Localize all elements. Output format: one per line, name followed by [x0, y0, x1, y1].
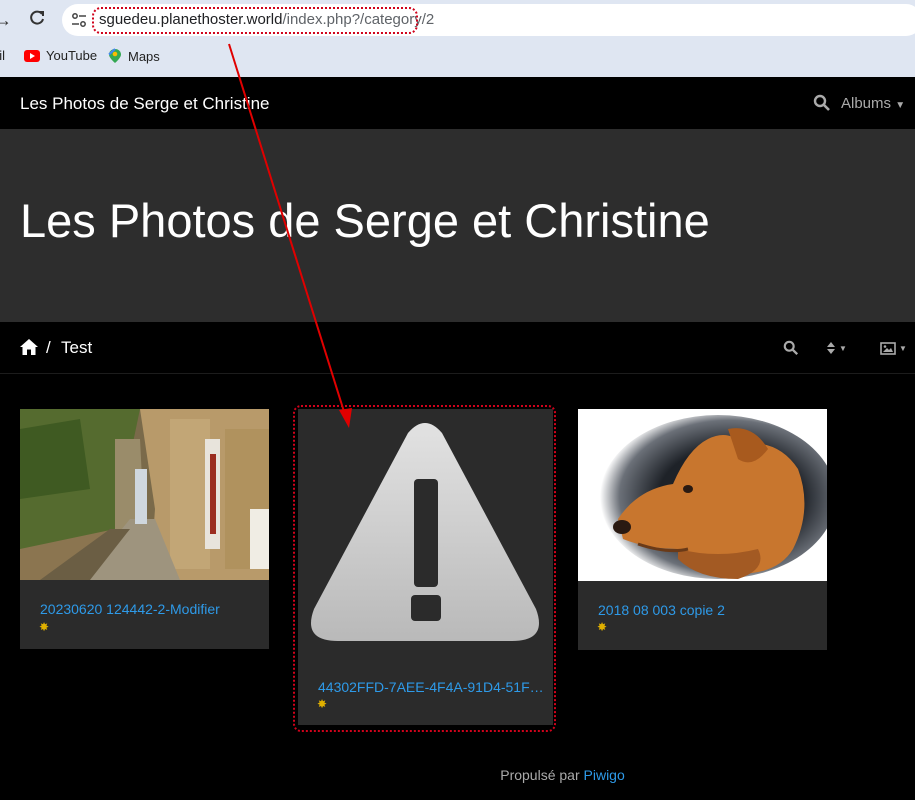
site-navbar: Les Photos de Serge et Christine Albums … — [0, 77, 915, 129]
footer-text: Propulsé par — [500, 767, 580, 783]
url-annotation-box — [92, 7, 418, 34]
search-icon — [783, 340, 799, 356]
bookmark-maps[interactable]: Maps — [108, 48, 160, 64]
bookmark-mail[interactable]: ail — [0, 48, 5, 63]
caret-down-icon: ▼ — [899, 343, 907, 353]
breadcrumb-current[interactable]: Test — [61, 338, 92, 358]
thumbnail-card[interactable]: 2018 08 003 copie 2 ✸ — [578, 409, 827, 650]
thumbnail-image[interactable] — [578, 409, 827, 581]
piwigo-link[interactable]: Piwigo — [584, 767, 625, 783]
browser-chrome: → sguedeu.planethoster.world/index.php?/… — [0, 0, 915, 77]
thumbnail-size-dropdown[interactable]: ▼ — [880, 339, 907, 357]
forward-icon[interactable]: → — [0, 9, 14, 31]
albums-label: Albums — [841, 95, 892, 112]
caret-down-icon: ▼ — [839, 343, 847, 353]
page-footer: Propulsé par Piwigo — [0, 767, 915, 783]
breadcrumb-bar: / Test ▼ ▼ — [0, 322, 915, 374]
image-icon — [880, 341, 896, 355]
sort-order-dropdown[interactable]: ▼ — [826, 339, 847, 357]
youtube-icon — [24, 49, 40, 62]
albums-dropdown[interactable]: Albums ▼ — [841, 95, 905, 112]
bookmark-label: ail — [0, 48, 6, 63]
search-tool-button[interactable] — [783, 339, 799, 357]
page-header: Les Photos de Serge et Christine — [0, 129, 915, 322]
search-icon[interactable] — [813, 94, 831, 112]
page-title: Les Photos de Serge et Christine — [20, 194, 710, 247]
thumbnail-card[interactable]: 20230620 124442-2-Modifier ✸ — [20, 409, 269, 649]
bookmarks-bar: ail YouTube Maps — [0, 45, 915, 69]
caret-down-icon: ▼ — [895, 100, 906, 111]
breadcrumb-separator: / — [46, 338, 51, 357]
sort-icon — [827, 342, 835, 354]
reload-icon[interactable] — [26, 9, 48, 31]
bookmark-youtube[interactable]: YouTube — [24, 48, 97, 63]
bookmark-label: Maps — [128, 48, 160, 64]
thumbnail-title-link[interactable]: 20230620 124442-2-Modifier — [40, 601, 220, 617]
thumbnail-image[interactable] — [20, 409, 269, 580]
maps-icon — [108, 48, 121, 63]
site-brand-link[interactable]: Les Photos de Serge et Christine — [20, 94, 269, 114]
new-badge-icon: ✸ — [39, 620, 50, 634]
home-icon[interactable] — [19, 338, 39, 356]
bookmark-label: YouTube — [46, 48, 98, 63]
site-info-icon[interactable] — [70, 11, 88, 29]
new-badge-icon: ✸ — [597, 620, 608, 634]
thumbnail-annotation-box — [293, 405, 556, 732]
thumbnail-title-link[interactable]: 2018 08 003 copie 2 — [598, 602, 725, 618]
